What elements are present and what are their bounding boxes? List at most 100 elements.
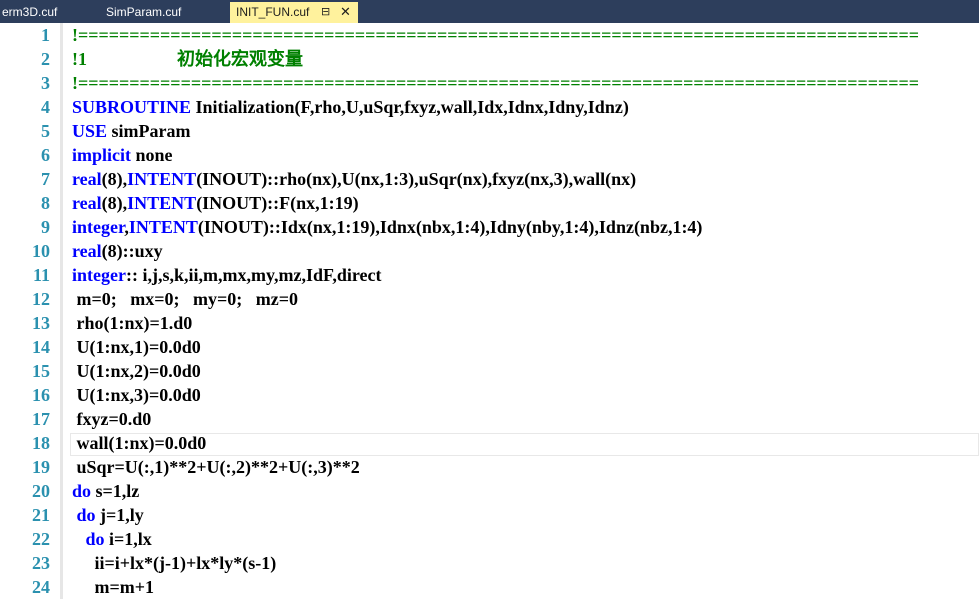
line-number: 14 xyxy=(32,337,50,357)
code-token: (8)::uxy xyxy=(101,241,163,261)
pin-icon[interactable]: ⊟ xyxy=(321,2,330,22)
line-number: 7 xyxy=(41,169,50,189)
comment-token: !=======================================… xyxy=(72,73,920,93)
keyword-token: real xyxy=(72,241,102,261)
line-number: 4 xyxy=(41,97,50,117)
code-line[interactable]: real(8),INTENT(INOUT)::F(nx,1:19) xyxy=(72,191,359,215)
code-line[interactable]: real(8),INTENT(INOUT)::rho(nx),U(nx,1:3)… xyxy=(72,167,636,191)
code-token: :: i,j,s,k,ii,m,mx,my,mz,IdF,direct xyxy=(125,265,382,285)
line-number: 19 xyxy=(32,457,50,477)
code-line[interactable]: !=======================================… xyxy=(72,71,919,95)
line-number: 16 xyxy=(32,385,50,405)
code-line[interactable]: !1 初始化宏观变量 xyxy=(72,47,303,71)
keyword-token: USE xyxy=(72,121,108,141)
keyword-token: do xyxy=(72,481,92,501)
keyword-token: do xyxy=(85,529,105,549)
tab-term3d[interactable]: erm3D.cuf xyxy=(0,2,94,23)
close-icon[interactable]: ✕ xyxy=(340,2,351,22)
line-number: 2 xyxy=(41,49,50,69)
line-number-gutter: 1 2 3 4 5 6 7 8 9 10 11 12 13 14 15 16 17 18 19 20 21 22 23 24 xyxy=(0,23,66,599)
code-token: ii=i+lx*(j-1)+lx*ly*(s-1) xyxy=(72,553,277,573)
comment-token: !1 初始化宏观变量 xyxy=(72,49,303,69)
code-token: (8), xyxy=(101,169,128,189)
code-line[interactable]: U(1:nx,2)=0.0d0 xyxy=(72,359,201,383)
code-token: wall(1:nx)=0.0d0 xyxy=(72,433,207,453)
keyword-token: INTENT xyxy=(128,217,198,237)
code-token: U(1:nx,2)=0.0d0 xyxy=(72,361,201,381)
line-number: 8 xyxy=(41,193,50,213)
tab-label: SimParam.cuf xyxy=(106,5,182,19)
code-line[interactable]: ii=i+lx*(j-1)+lx*ly*(s-1) xyxy=(72,551,277,575)
code-editor[interactable]: 1 2 3 4 5 6 7 8 9 10 11 12 13 14 15 16 17 18 19 20 21 22 23 24 … xyxy=(0,23,979,599)
line-number: 20 xyxy=(32,481,50,501)
code-line[interactable]: SUBROUTINE Initialization(F,rho,U,uSqr,f… xyxy=(72,95,629,119)
line-number: 11 xyxy=(32,265,50,285)
code-token: j=1,ly xyxy=(95,505,144,525)
line-number: 17 xyxy=(32,409,50,429)
code-line[interactable]: uSqr=U(:,1)**2+U(:,2)**2+U(:,3)**2 xyxy=(72,455,360,479)
keyword-token: do xyxy=(76,505,96,525)
code-token: none xyxy=(131,145,173,165)
line-number: 15 xyxy=(32,361,50,381)
code-token: Initialization(F,rho,U,uSqr,fxyz,wall,Id… xyxy=(191,97,629,117)
code-line[interactable]: rho(1:nx)=1.d0 xyxy=(72,311,193,335)
code-token: (INOUT)::F(nx,1:19) xyxy=(196,193,359,213)
line-number: 12 xyxy=(32,289,50,309)
outlining-margin xyxy=(60,23,63,599)
line-number: 24 xyxy=(32,577,50,597)
code-line[interactable]: m=m+1 xyxy=(72,575,155,599)
code-line[interactable]: wall(1:nx)=0.0d0 xyxy=(72,431,207,455)
keyword-token: integer xyxy=(72,217,125,237)
code-line[interactable]: integer,INTENT(INOUT)::Idx(nx,1:19),Idnx… xyxy=(72,215,702,239)
line-number: 5 xyxy=(41,121,50,141)
code-token: rho(1:nx)=1.d0 xyxy=(72,313,193,333)
document-tab-bar: erm3D.cuf SimParam.cuf INIT_FUN.cuf ⊟ ✕ xyxy=(0,0,979,23)
tab-init-fun[interactable]: INIT_FUN.cuf ⊟ ✕ xyxy=(230,2,358,23)
line-number: 22 xyxy=(32,529,50,549)
keyword-token: INTENT xyxy=(127,169,197,189)
code-line[interactable]: U(1:nx,1)=0.0d0 xyxy=(72,335,201,359)
code-line[interactable]: USE simParam xyxy=(72,119,191,143)
code-line[interactable]: do j=1,ly xyxy=(72,503,144,527)
comment-token: !=======================================… xyxy=(72,25,920,45)
line-number: 1 xyxy=(41,25,50,45)
code-token: (INOUT)::rho(nx),U(nx,1:3),uSqr(nx),fxyz… xyxy=(196,169,637,189)
keyword-token: real xyxy=(72,169,102,189)
line-number: 9 xyxy=(41,217,50,237)
line-number: 13 xyxy=(32,313,50,333)
tab-label: erm3D.cuf xyxy=(2,5,58,19)
code-line[interactable]: real(8)::uxy xyxy=(72,239,163,263)
keyword-token: SUBROUTINE xyxy=(72,97,192,117)
code-line[interactable]: do i=1,lx xyxy=(72,527,152,551)
code-line[interactable]: m=0; mx=0; my=0; mz=0 xyxy=(72,287,298,311)
code-line[interactable]: U(1:nx,3)=0.0d0 xyxy=(72,383,201,407)
code-token: simParam xyxy=(107,121,191,141)
current-line-highlight xyxy=(70,433,979,456)
line-number: 10 xyxy=(32,241,50,261)
code-token: uSqr=U(:,1)**2+U(:,2)**2+U(:,3)**2 xyxy=(72,457,360,477)
keyword-token: real xyxy=(72,193,102,213)
code-token: U(1:nx,1)=0.0d0 xyxy=(72,337,201,357)
keyword-token: implicit xyxy=(72,145,131,165)
code-token: s=1,lz xyxy=(91,481,140,501)
line-number: 18 xyxy=(32,433,50,453)
code-line[interactable]: implicit none xyxy=(72,143,173,167)
code-line[interactable]: !=======================================… xyxy=(72,23,919,47)
line-number: 23 xyxy=(32,553,50,573)
line-number: 3 xyxy=(41,73,50,93)
code-line[interactable]: integer:: i,j,s,k,ii,m,mx,my,mz,IdF,dire… xyxy=(72,263,381,287)
code-line[interactable]: fxyz=0.d0 xyxy=(72,407,152,431)
code-token: U(1:nx,3)=0.0d0 xyxy=(72,385,201,405)
keyword-token: INTENT xyxy=(127,193,197,213)
code-token: i=1,lx xyxy=(104,529,152,549)
code-token: m=0; mx=0; my=0; mz=0 xyxy=(72,289,298,309)
code-token: m=m+1 xyxy=(72,577,155,597)
code-line[interactable]: do s=1,lz xyxy=(72,479,139,503)
keyword-token: integer xyxy=(72,265,126,285)
code-token: (INOUT)::Idx(nx,1:19),Idnx(nbx,1:4),Idny… xyxy=(197,217,703,237)
tab-simparam[interactable]: SimParam.cuf xyxy=(100,2,226,23)
code-token: fxyz=0.d0 xyxy=(72,409,152,429)
tab-label: INIT_FUN.cuf xyxy=(236,5,310,19)
code-token: (8), xyxy=(101,193,128,213)
